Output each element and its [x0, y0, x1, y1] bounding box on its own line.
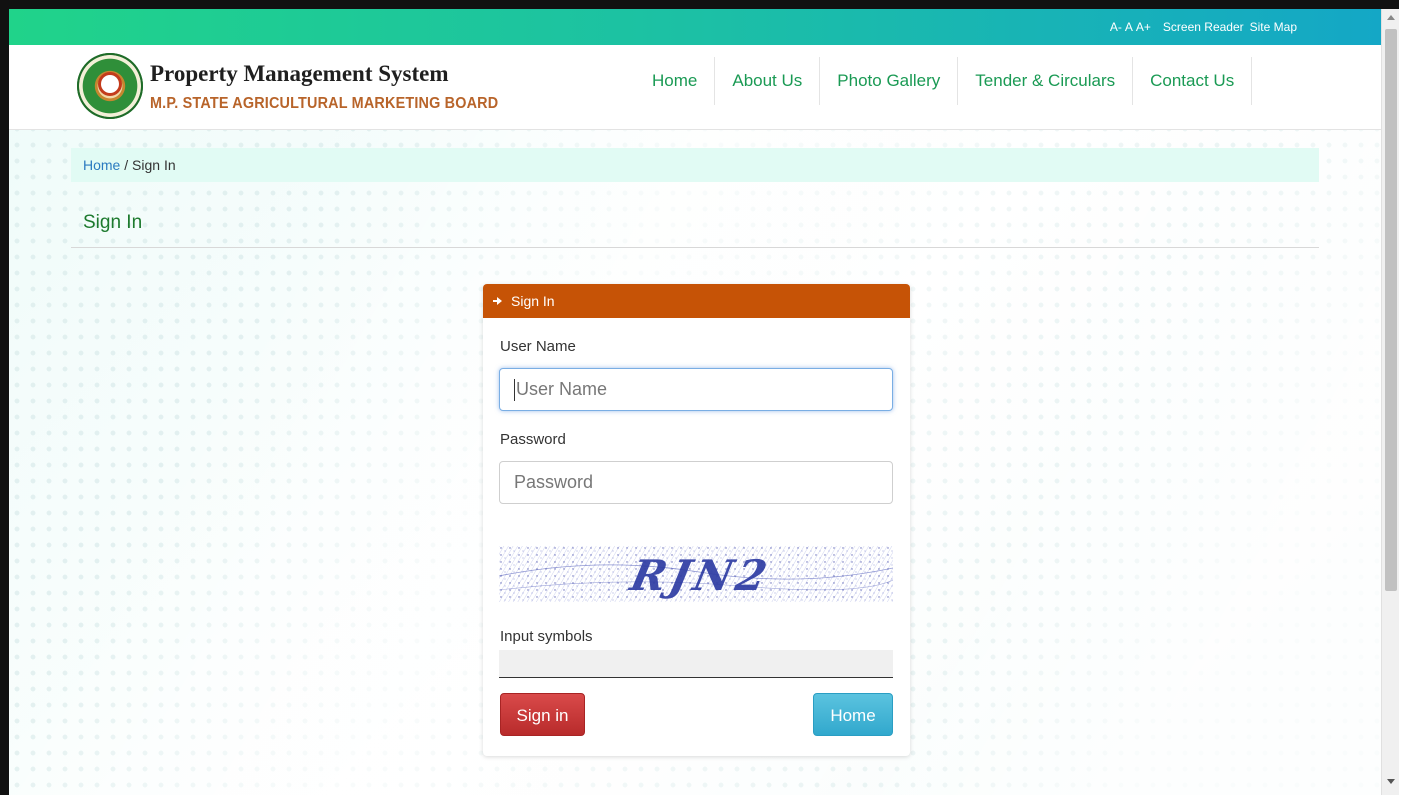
font-reset-link[interactable]: A: [1125, 20, 1133, 34]
accessibility-links: A- A A+ Screen Reader Site Map: [1110, 20, 1297, 34]
font-increase-link[interactable]: A+: [1136, 20, 1151, 34]
text-caret: [514, 379, 515, 402]
breadcrumb-current: Sign In: [132, 157, 176, 173]
captcha-image: RJN2: [499, 546, 893, 602]
symbols-label: Input symbols: [500, 628, 593, 645]
username-label: User Name: [500, 338, 576, 355]
scroll-down-arrow-icon[interactable]: [1387, 779, 1395, 784]
sign-in-icon: [493, 295, 505, 307]
window-frame-left: [0, 0, 9, 795]
signin-panel-title: Sign In: [511, 293, 555, 309]
captcha-input[interactable]: [499, 650, 893, 678]
nav-tender-circulars[interactable]: Tender & Circulars: [958, 57, 1134, 105]
site-subtitle: M.P. STATE AGRICULTURAL MARKETING BOARD: [150, 95, 499, 112]
breadcrumb-home-link[interactable]: Home: [83, 157, 120, 173]
site-title: Property Management System: [150, 61, 449, 86]
screen-reader-link[interactable]: Screen Reader: [1163, 20, 1244, 34]
font-decrease-link[interactable]: A-: [1110, 20, 1122, 34]
font-size-controls: A- A A+: [1110, 20, 1151, 34]
page: A- A A+ Screen Reader Site Map Property …: [9, 9, 1381, 795]
nav-photo-gallery[interactable]: Photo Gallery: [820, 57, 959, 105]
captcha-text: RJN2: [625, 551, 775, 600]
signin-panel-header: Sign In: [483, 284, 910, 318]
site-map-link[interactable]: Site Map: [1250, 20, 1297, 34]
sign-in-button[interactable]: Sign in: [500, 693, 585, 736]
board-logo[interactable]: [77, 53, 143, 119]
nav-contact-us[interactable]: Contact Us: [1133, 57, 1253, 105]
breadcrumb: Home / Sign In: [71, 148, 1319, 182]
nav-about-us[interactable]: About Us: [715, 57, 821, 105]
main-nav: Home About Us Photo Gallery Tender & Cir…: [635, 57, 1253, 105]
accessibility-bar: A- A A+ Screen Reader Site Map: [9, 9, 1381, 45]
username-placeholder: User Name: [516, 379, 608, 399]
window-frame-top: [0, 0, 1408, 9]
site-header: Property Management System M.P. STATE AG…: [9, 45, 1381, 130]
nav-home[interactable]: Home: [635, 57, 716, 105]
home-button[interactable]: Home: [813, 693, 893, 736]
scroll-up-arrow-icon[interactable]: [1387, 15, 1395, 20]
scrollbar-thumb[interactable]: [1385, 29, 1397, 591]
title-divider: [71, 247, 1319, 248]
vertical-scrollbar[interactable]: [1381, 9, 1400, 795]
password-input[interactable]: Password: [499, 461, 893, 504]
password-label: Password: [500, 431, 566, 448]
password-placeholder: Password: [514, 472, 594, 492]
signin-panel: Sign In User Name User Name Password Pas…: [483, 284, 910, 756]
page-title: Sign In: [83, 212, 143, 233]
breadcrumb-separator: /: [120, 157, 133, 173]
username-input[interactable]: User Name: [499, 368, 893, 411]
window-frame-right: [1399, 0, 1408, 795]
